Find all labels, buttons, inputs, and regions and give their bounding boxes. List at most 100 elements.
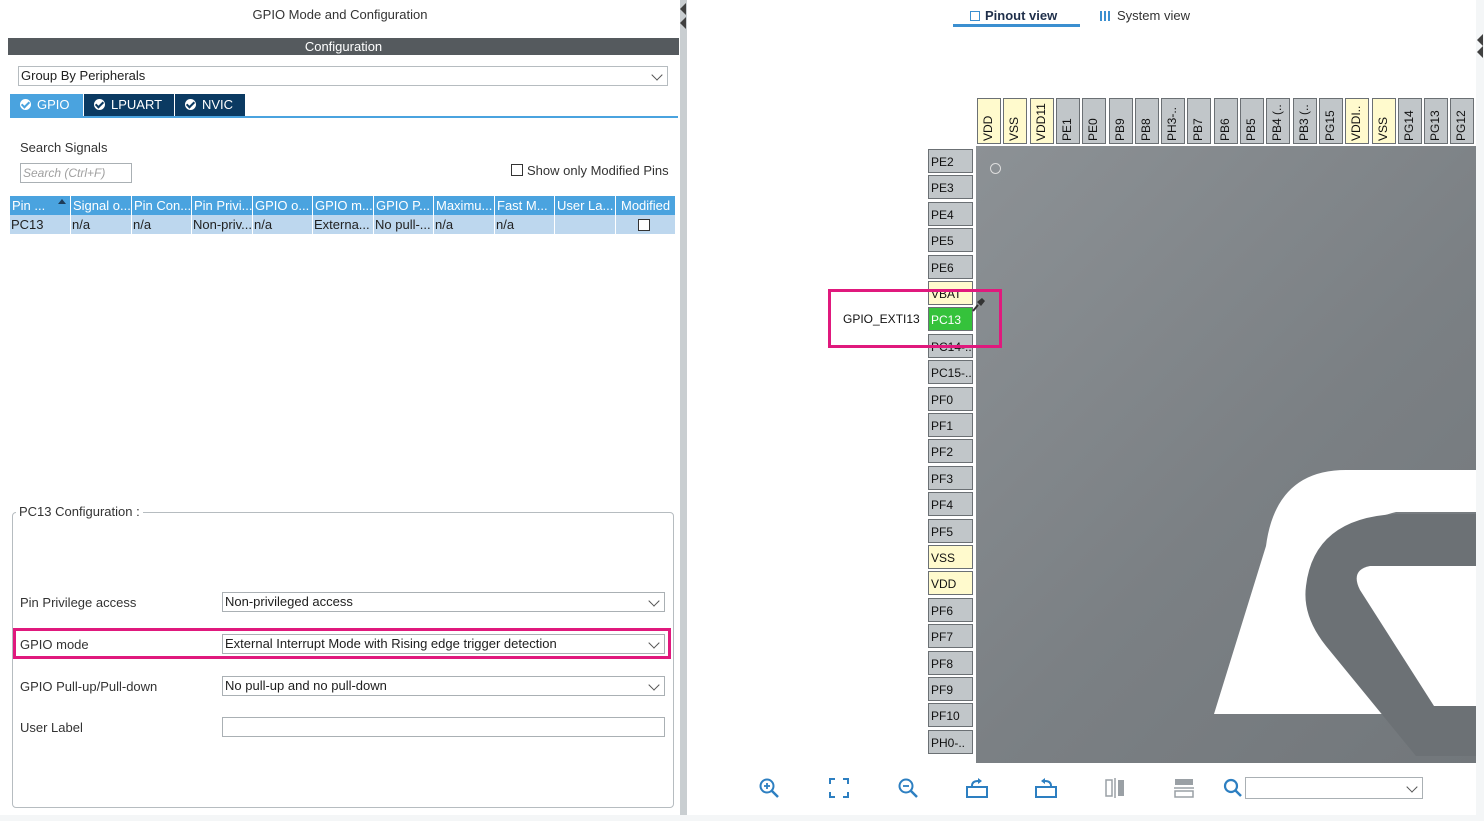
pin-pf7[interactable]: PF7 bbox=[928, 624, 973, 649]
pin-top-vss[interactable]: VSS bbox=[1371, 98, 1396, 144]
show-modified-label: Show only Modified Pins bbox=[527, 163, 669, 178]
zoom-in-icon[interactable] bbox=[758, 777, 780, 799]
tab-gpio[interactable]: GPIO bbox=[10, 94, 83, 116]
column-header-modified[interactable]: Modified bbox=[616, 196, 676, 215]
pin-top-vdd11[interactable]: VDD11 bbox=[1029, 98, 1054, 144]
collapse-left-icon[interactable] bbox=[680, 17, 686, 29]
pin-pf6[interactable]: PF6 bbox=[928, 597, 973, 622]
pin-search-select[interactable] bbox=[1245, 777, 1423, 799]
panel-title: GPIO Mode and Configuration bbox=[0, 0, 680, 30]
pin-top-pb9[interactable]: PB9 bbox=[1108, 98, 1133, 144]
pin-top-pg12[interactable]: PG12 bbox=[1450, 98, 1475, 144]
pin-top-pb4[interactable]: PB4 (.. bbox=[1266, 98, 1291, 144]
column-header-user-label[interactable]: User La... bbox=[555, 196, 616, 215]
pin-top-vss[interactable]: VSS bbox=[1003, 98, 1028, 144]
pin-top-pb7[interactable]: PB7 bbox=[1187, 98, 1212, 144]
pin-label: PB5 bbox=[1244, 118, 1258, 141]
active-tab-underline bbox=[953, 24, 1080, 27]
expand-right-icon[interactable] bbox=[1476, 34, 1483, 58]
column-header-gpio-mode[interactable]: GPIO m... bbox=[313, 196, 374, 215]
table-cell: n/a bbox=[434, 215, 495, 234]
group-by-select[interactable]: Group By Peripherals bbox=[18, 66, 668, 86]
flip-vertical-icon[interactable] bbox=[1173, 777, 1195, 799]
pin-label: VDDI.. bbox=[1349, 105, 1364, 141]
pin-pe2[interactable]: PE2 bbox=[928, 149, 973, 173]
collapse-left-icon[interactable] bbox=[680, 3, 686, 15]
tab-system-view[interactable]: System view bbox=[1100, 8, 1190, 23]
pin-privilege-select[interactable]: Non-privileged access bbox=[222, 592, 665, 612]
pin-pf9[interactable]: PF9 bbox=[928, 677, 973, 701]
gpio-mode-select[interactable]: External Interrupt Mode with Rising edge… bbox=[222, 634, 665, 654]
column-header-gpio-output[interactable]: GPIO o... bbox=[253, 196, 313, 215]
column-header-maximum[interactable]: Maximu... bbox=[434, 196, 495, 215]
column-header-fast-mode[interactable]: Fast M... bbox=[495, 196, 555, 215]
pin-top-ph3[interactable]: PH3-.. bbox=[1161, 98, 1186, 144]
gpio-pull-select[interactable]: No pull-up and no pull-down bbox=[222, 676, 665, 696]
pin-pc14[interactable]: PC14-.. bbox=[928, 333, 973, 358]
pin-pf0[interactable]: PF0 bbox=[928, 386, 973, 411]
panel-splitter[interactable] bbox=[680, 0, 687, 815]
pin-pf10[interactable]: PF10 bbox=[928, 703, 973, 728]
pin-ph0[interactable]: PH0-.. bbox=[928, 729, 973, 754]
user-label-input[interactable] bbox=[222, 717, 665, 737]
gpio-mode-value: External Interrupt Mode with Rising edge… bbox=[225, 636, 557, 651]
chevron-down-icon bbox=[648, 595, 660, 607]
pin-pc15[interactable]: PC15-.. bbox=[928, 360, 973, 385]
pin-top-pb6[interactable]: PB6 bbox=[1213, 98, 1238, 144]
pin-pe6[interactable]: PE6 bbox=[928, 254, 973, 279]
pin-pe3[interactable]: PE3 bbox=[928, 175, 973, 200]
pin-top-vdd[interactable]: VDD bbox=[977, 98, 1001, 144]
rotate-right-icon[interactable] bbox=[966, 777, 988, 799]
pin-top-pb8[interactable]: PB8 bbox=[1134, 98, 1159, 144]
pin-top-pg13[interactable]: PG13 bbox=[1424, 98, 1449, 144]
column-header-pin-privilege[interactable]: Pin Privi... bbox=[192, 196, 253, 215]
show-modified-checkbox[interactable]: Show only Modified Pins bbox=[511, 163, 669, 178]
pin-top-pg15[interactable]: PG15 bbox=[1318, 98, 1343, 144]
table-row[interactable]: PC13 n/a n/a Non-priv... n/a Externa... … bbox=[10, 215, 676, 234]
pin-vdd[interactable]: VDD bbox=[928, 571, 973, 596]
search-input[interactable] bbox=[20, 163, 132, 183]
table-cell: Externa... bbox=[313, 215, 374, 234]
pin-top-pb5[interactable]: PB5 bbox=[1240, 98, 1264, 144]
flip-horizontal-icon[interactable] bbox=[1104, 777, 1126, 799]
mcu-chip-body bbox=[976, 146, 1476, 763]
pin-pf4[interactable]: PF4 bbox=[928, 492, 973, 517]
pin-pf5[interactable]: PF5 bbox=[928, 518, 973, 543]
signals-table: Pin ... Signal o... Pin Con... Pin Privi… bbox=[10, 196, 676, 234]
column-header-gpio-pull[interactable]: GPIO P... bbox=[374, 196, 434, 215]
zoom-out-icon[interactable] bbox=[897, 777, 919, 799]
column-header-signal[interactable]: Signal o... bbox=[71, 196, 132, 215]
table-cell: n/a bbox=[253, 215, 313, 234]
pin-vbat[interactable]: VBAT bbox=[928, 281, 973, 305]
table-cell: n/a bbox=[495, 215, 555, 234]
pin-pf8[interactable]: PF8 bbox=[928, 650, 973, 675]
pin-privilege-value: Non-privileged access bbox=[225, 594, 353, 609]
pin-pc13[interactable]: PC13 bbox=[928, 307, 973, 332]
tab-label: GPIO bbox=[37, 97, 70, 112]
pin-privilege-label: Pin Privilege access bbox=[20, 595, 137, 610]
pin-top-pe0[interactable]: PE0 bbox=[1082, 98, 1107, 144]
search-icon[interactable] bbox=[1222, 777, 1244, 799]
pin-top-vddi[interactable]: VDDI.. bbox=[1345, 98, 1370, 144]
pin-pe5[interactable]: PE5 bbox=[928, 228, 973, 253]
column-header-pin[interactable]: Pin ... bbox=[10, 196, 71, 215]
pin-label: PB3 (.. bbox=[1296, 104, 1311, 141]
pin-pf1[interactable]: PF1 bbox=[928, 413, 973, 437]
table-cell bbox=[555, 215, 616, 234]
table-cell: n/a bbox=[71, 215, 132, 234]
pin-vss[interactable]: VSS bbox=[928, 545, 973, 569]
pin-top-pe1[interactable]: PE1 bbox=[1055, 98, 1080, 144]
pin-label: PG15 bbox=[1322, 110, 1337, 141]
pin-pf3[interactable]: PF3 bbox=[928, 465, 973, 490]
rotate-left-icon[interactable] bbox=[1035, 777, 1057, 799]
pin-top-pg14[interactable]: PG14 bbox=[1397, 98, 1422, 144]
modified-checkbox[interactable] bbox=[638, 219, 650, 231]
tab-nvic[interactable]: NVIC bbox=[175, 94, 245, 116]
pin-pe4[interactable]: PE4 bbox=[928, 201, 973, 226]
column-header-pin-context[interactable]: Pin Con... bbox=[132, 196, 192, 215]
tab-pinout-view[interactable]: Pinout view bbox=[970, 8, 1057, 23]
tab-lpuart[interactable]: LPUART bbox=[84, 94, 174, 116]
fit-screen-icon[interactable] bbox=[828, 777, 850, 799]
pin-pf2[interactable]: PF2 bbox=[928, 439, 973, 464]
pin-top-pb3[interactable]: PB3 (.. bbox=[1292, 98, 1317, 144]
